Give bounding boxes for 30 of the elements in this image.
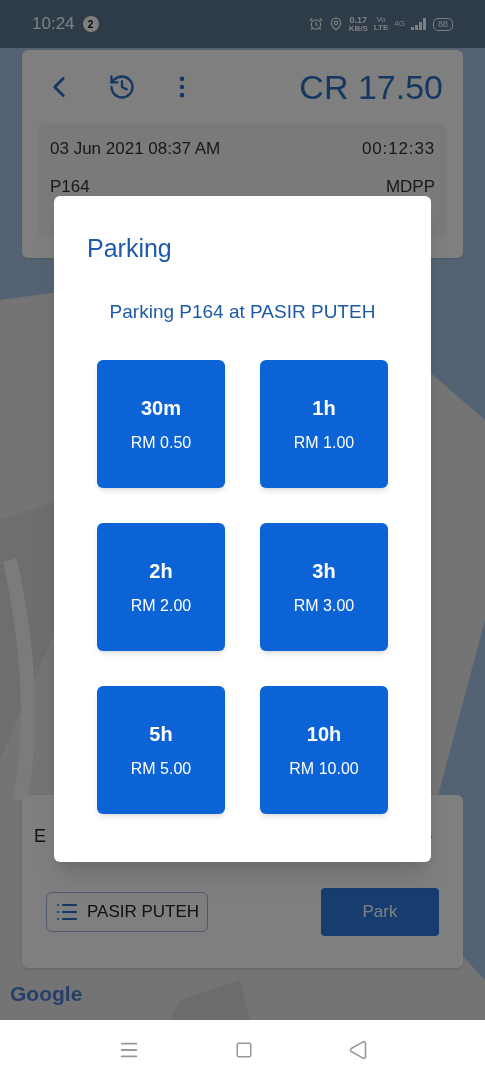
duration-option[interactable]: 5h RM 5.00 — [97, 686, 225, 814]
session-timer: 00:12:33 — [362, 138, 435, 160]
duration-option[interactable]: 2h RM 2.00 — [97, 523, 225, 651]
back-icon[interactable] — [347, 1040, 368, 1060]
dialog-title: Parking — [87, 233, 172, 264]
zone-chip[interactable]: PASIR PUTEH — [46, 892, 209, 932]
council-code: MDPP — [385, 175, 435, 198]
plate-number: P164 — [50, 175, 90, 198]
duration-option[interactable]: 3h RM 3.00 — [260, 523, 388, 651]
signal-icon — [411, 18, 427, 30]
notification-badge: 2 — [82, 16, 99, 32]
credit-balance: CR 17.50 — [299, 66, 443, 108]
network-speed: 0.17 — [349, 15, 367, 25]
network-type: 4G — [394, 18, 405, 30]
volte-sublabel: LTE — [373, 24, 389, 32]
map-attribution: Google — [10, 981, 83, 1008]
duration-option[interactable]: 30m RM 0.50 — [97, 360, 225, 488]
dialog-subtitle: Parking P164 at PASIR PUTEH — [109, 299, 376, 324]
alarm-icon — [308, 17, 323, 31]
battery-indicator: 88 — [433, 17, 453, 31]
volte-label: Vo — [376, 16, 386, 24]
session-date: 03 Jun 2021 08:37 AM — [50, 138, 221, 160]
history-icon[interactable] — [108, 73, 136, 101]
duration-option[interactable]: 1h RM 1.00 — [260, 360, 388, 488]
card-label: E — [34, 825, 46, 848]
clock-time: 10:24 — [32, 13, 75, 36]
location-icon — [328, 17, 343, 31]
speed-unit: KB/S — [348, 24, 368, 33]
home-icon[interactable] — [234, 1041, 253, 1059]
duration-option[interactable]: 10h RM 10.00 — [260, 686, 388, 814]
